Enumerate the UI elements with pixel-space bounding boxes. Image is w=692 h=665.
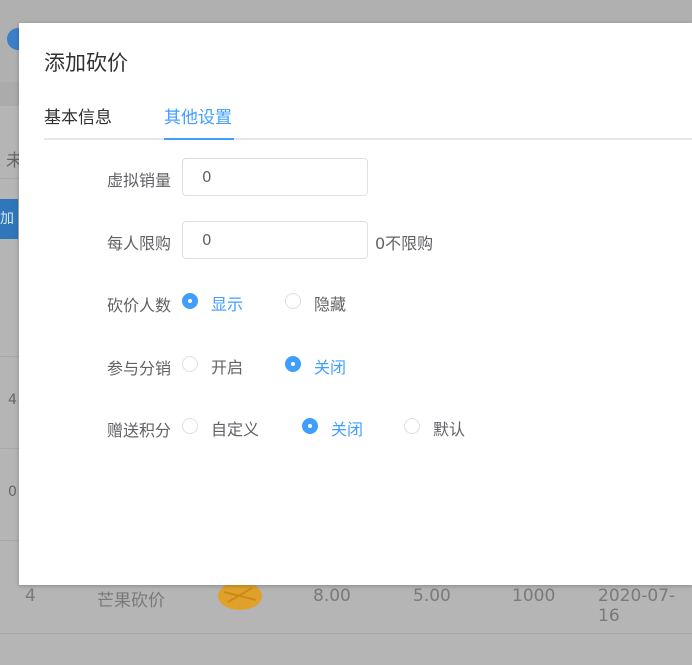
radio-label: 隐藏 — [314, 295, 347, 314]
form-row-virtual-sales: 虚拟销量 0 — [19, 158, 692, 198]
limit-per-person-label: 每人限购 — [106, 234, 171, 253]
dialog-tabs: 基本信息 其他设置 — [44, 103, 692, 141]
table-cell-price: 5.00 — [413, 586, 451, 606]
radio-label: 默认 — [433, 420, 466, 439]
background-table-row: 4 芒果砍价 8.00 5.00 1000 2020-07-16 — [0, 582, 692, 634]
table-cell-stock: 1000 — [512, 586, 556, 606]
radio-checked-icon — [302, 418, 318, 434]
radio-unchecked-icon — [285, 293, 301, 309]
background-partial-text: 4 — [8, 392, 17, 408]
distribution-label: 参与分销 — [106, 359, 171, 378]
active-tab-indicator — [164, 138, 234, 140]
limit-per-person-input[interactable]: 0 — [182, 221, 368, 259]
add-bargain-dialog: 添加砍价 基本信息 其他设置 虚拟销量 0 每人限购 0 0不限购 砍价人数 显… — [19, 23, 692, 585]
radio-checked-icon — [182, 293, 198, 309]
radio-label: 自定义 — [211, 420, 260, 439]
dialog-title: 添加砍价 — [44, 51, 128, 75]
radio-label: 开启 — [211, 358, 244, 377]
limit-per-person-hint: 0不限购 — [375, 234, 434, 253]
radio-label: 关闭 — [314, 358, 347, 377]
radio-label: 显示 — [211, 295, 244, 314]
form-row-distribution: 参与分销 开启 关闭 — [19, 346, 692, 386]
form-row-bargain-count: 砍价人数 显示 隐藏 — [19, 283, 692, 323]
virtual-sales-input[interactable]: 0 — [182, 158, 368, 196]
radio-unchecked-icon — [182, 418, 198, 434]
virtual-sales-label: 虚拟销量 — [106, 171, 171, 190]
radio-label: 关闭 — [331, 420, 364, 439]
gift-points-label: 赠送积分 — [106, 421, 171, 440]
table-cell-price: 8.00 — [313, 586, 351, 606]
table-cell-name: 芒果砍价 — [97, 591, 165, 611]
tabs-divider — [44, 138, 692, 140]
form-row-limit-per-person: 每人限购 0 0不限购 — [19, 221, 692, 261]
background-add-button: 加 — [0, 199, 18, 239]
radio-checked-icon — [285, 356, 301, 372]
form-row-gift-points: 赠送积分 自定义 关闭 默认 — [19, 408, 692, 448]
table-cell-index: 4 — [25, 586, 36, 606]
background-partial-text: 0 — [8, 484, 17, 500]
radio-unchecked-icon — [404, 418, 420, 434]
tab-basic-info[interactable]: 基本信息 — [44, 103, 112, 128]
bargain-count-label: 砍价人数 — [106, 296, 171, 315]
tab-other-settings[interactable]: 其他设置 — [164, 103, 232, 128]
table-cell-date: 2020-07-16 — [598, 586, 676, 626]
radio-unchecked-icon — [182, 356, 198, 372]
